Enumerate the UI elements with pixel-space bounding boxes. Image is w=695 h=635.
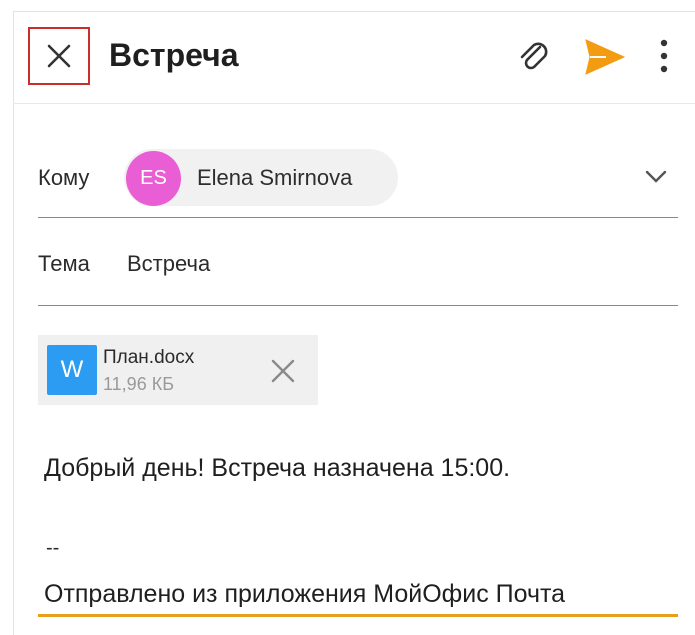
to-label: Кому bbox=[38, 165, 90, 190]
compose-window bbox=[13, 11, 695, 635]
attachment-name: План.docx bbox=[103, 347, 195, 368]
send-button[interactable] bbox=[584, 38, 626, 76]
subject-label: Тема bbox=[38, 251, 90, 276]
signature[interactable]: Отправлено из приложения МойОфис Почта bbox=[44, 578, 565, 610]
avatar: ES bbox=[126, 151, 181, 206]
paperclip-icon bbox=[520, 42, 548, 70]
message-body[interactable]: Добрый день! Встреча назначена 15:00. bbox=[44, 452, 510, 484]
page-title: Встреча bbox=[109, 37, 239, 73]
subject-input[interactable]: Встреча bbox=[127, 250, 210, 278]
send-icon bbox=[585, 39, 626, 75]
more-vertical-icon bbox=[660, 39, 668, 73]
close-icon bbox=[47, 44, 71, 68]
remove-attachment-button[interactable] bbox=[270, 358, 296, 384]
attach-button[interactable] bbox=[514, 37, 554, 77]
divider bbox=[38, 305, 678, 306]
focus-underline bbox=[38, 614, 678, 617]
more-options-button[interactable] bbox=[652, 36, 676, 76]
divider bbox=[38, 217, 678, 218]
recipient-name: Elena Smirnova bbox=[197, 165, 353, 190]
word-file-icon: W bbox=[47, 345, 97, 395]
chevron-down-icon bbox=[645, 170, 667, 183]
signature-separator: -- bbox=[46, 537, 60, 559]
attachment-size: 11,96 КБ bbox=[103, 374, 175, 394]
close-button[interactable] bbox=[28, 27, 90, 85]
close-icon bbox=[271, 359, 295, 383]
expand-recipients-button[interactable] bbox=[643, 168, 669, 186]
